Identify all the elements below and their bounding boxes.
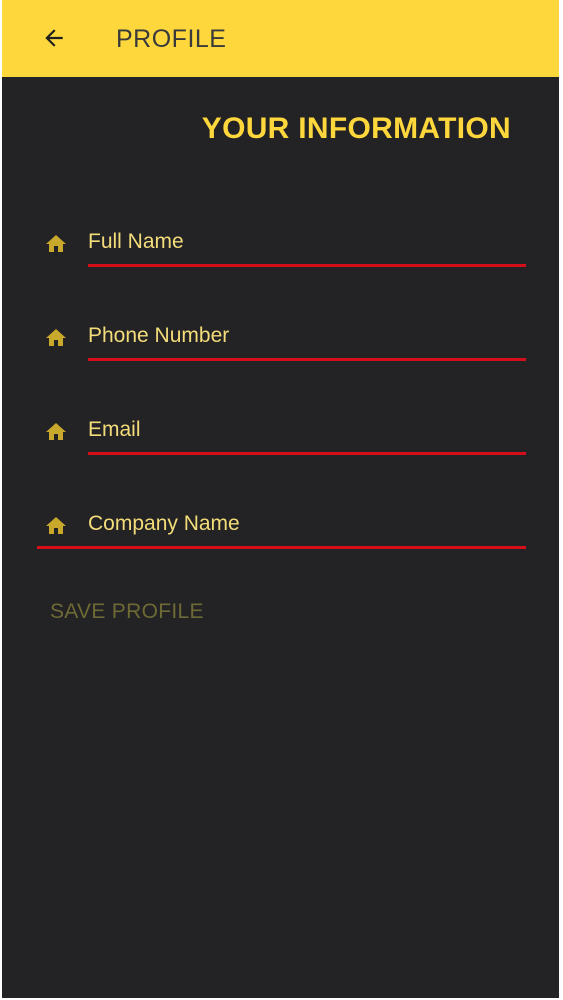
home-icon bbox=[46, 329, 66, 346]
section-heading: YOUR INFORMATION bbox=[201, 112, 511, 145]
back-button[interactable] bbox=[30, 14, 78, 62]
home-icon bbox=[46, 517, 66, 534]
home-icon bbox=[46, 235, 66, 252]
app-bar: PROFILE bbox=[2, 0, 559, 77]
full-name-underline bbox=[88, 264, 526, 267]
company-name-underline bbox=[37, 546, 526, 549]
email-field bbox=[2, 404, 559, 464]
company-name-field bbox=[2, 498, 559, 558]
email-underline bbox=[88, 452, 526, 455]
full-name-input[interactable] bbox=[88, 224, 518, 260]
profile-screen: PROFILE YOUR INFORMATION SAVE PROFILE bbox=[2, 0, 559, 998]
company-name-input[interactable] bbox=[88, 506, 518, 542]
full-name-field bbox=[2, 216, 559, 276]
phone-number-underline bbox=[88, 358, 526, 361]
phone-number-field bbox=[2, 310, 559, 370]
page-title: PROFILE bbox=[116, 25, 227, 53]
arrow-left-icon bbox=[45, 29, 63, 47]
phone-number-input[interactable] bbox=[88, 318, 518, 354]
email-input[interactable] bbox=[88, 412, 518, 448]
save-profile-button[interactable]: SAVE PROFILE bbox=[50, 600, 204, 624]
home-icon bbox=[46, 423, 66, 440]
